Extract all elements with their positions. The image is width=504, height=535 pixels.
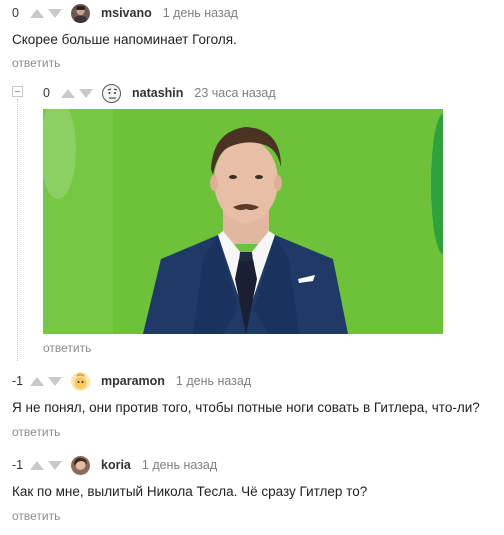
downvote-icon[interactable] — [48, 8, 62, 18]
comment-text: Я не понял, они против того, чтобы потны… — [12, 400, 480, 415]
avatar[interactable] — [102, 83, 121, 103]
username[interactable]: mparamon — [101, 374, 165, 388]
avatar[interactable] — [71, 3, 90, 23]
avatar[interactable] — [71, 455, 90, 475]
comment-rating: 0 — [43, 86, 50, 100]
comment-text: Скорее больше напоминает Гоголя. — [12, 32, 237, 47]
comment-time[interactable]: 1 день назад — [176, 374, 251, 388]
thread-line[interactable] — [17, 99, 18, 361]
collapse-thread-button[interactable] — [12, 86, 23, 97]
upvote-icon[interactable] — [30, 8, 44, 18]
reply-link[interactable]: ответить — [12, 425, 60, 439]
downvote-icon[interactable] — [48, 460, 62, 470]
comment-meta: -1 mparamon 1 день назад — [12, 371, 251, 391]
username[interactable]: koria — [101, 458, 131, 472]
comment-rating: 0 — [12, 6, 19, 20]
comment-time[interactable]: 23 часа назад — [194, 86, 275, 100]
upvote-icon[interactable] — [30, 460, 44, 470]
comment-time[interactable]: 1 день назад — [142, 458, 217, 472]
reply-link[interactable]: ответить — [12, 56, 60, 70]
upvote-icon[interactable] — [61, 88, 75, 98]
avatar[interactable] — [71, 371, 90, 391]
reply-link[interactable]: ответить — [43, 341, 91, 355]
comment-rating: -1 — [12, 374, 24, 388]
username[interactable]: natashin — [132, 86, 183, 100]
comment-time[interactable]: 1 день назад — [163, 6, 238, 20]
downvote-icon[interactable] — [48, 376, 62, 386]
upvote-icon[interactable] — [30, 376, 44, 386]
comment-meta: -1 koria 1 день назад — [12, 455, 217, 475]
downvote-icon[interactable] — [79, 88, 93, 98]
username[interactable]: msivano — [101, 6, 152, 20]
comment-meta: 0 natashin 23 часа назад — [43, 83, 276, 103]
comment-text: Как по мне, вылитый Никола Тесла. Чё сра… — [12, 484, 368, 499]
comment-image[interactable] — [43, 109, 443, 334]
comment-meta: 0 msivano 1 день назад — [12, 3, 238, 23]
comment-rating: -1 — [12, 458, 24, 472]
reply-link[interactable]: ответить — [12, 509, 60, 523]
